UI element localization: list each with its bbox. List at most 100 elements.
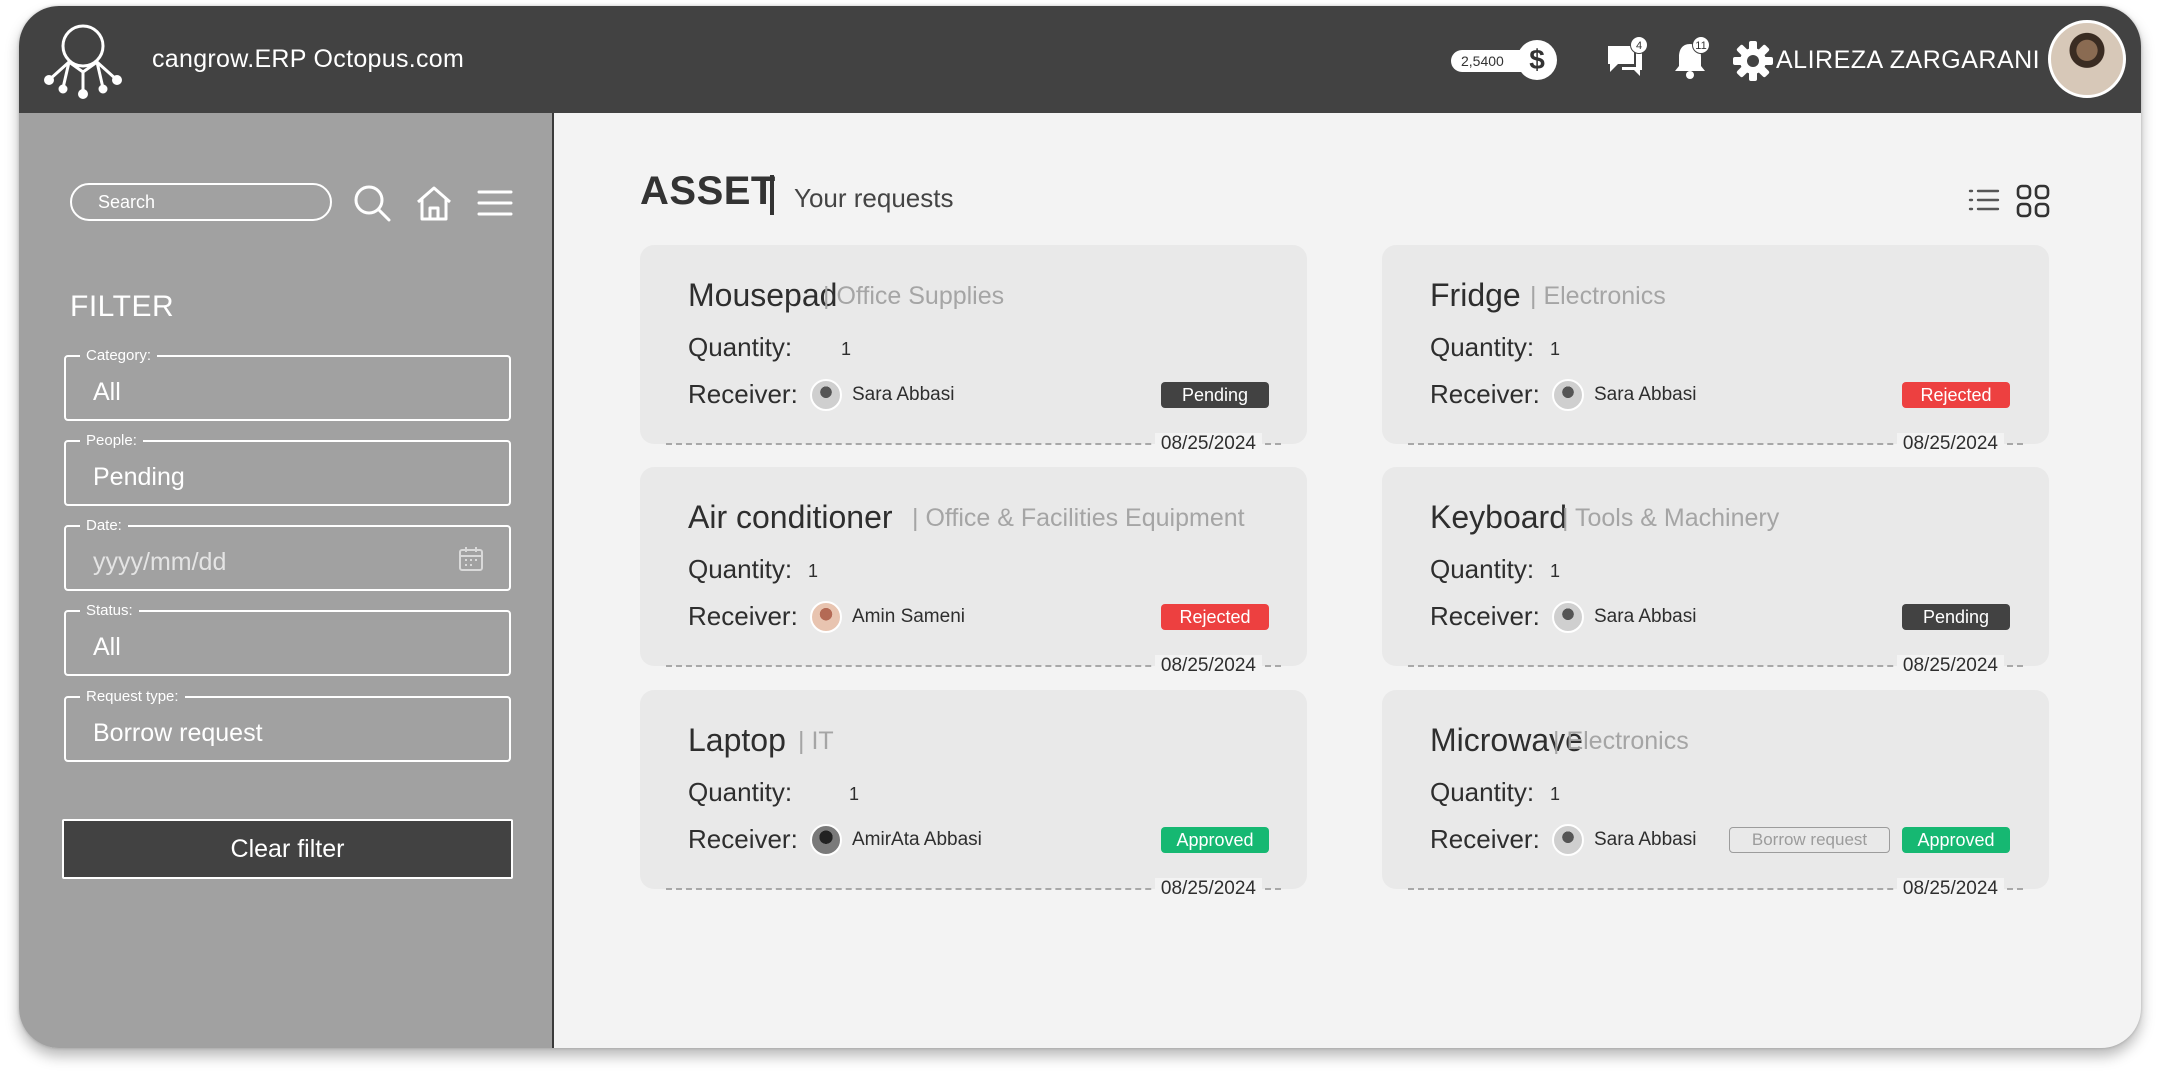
top-bar: cangrow.ERP Octopus.com 2,5400 $ 4 11 AL…: [19, 6, 2141, 113]
request-date: 08/25/2024: [1896, 655, 2004, 677]
receiver-avatar: [1552, 824, 1584, 856]
receiver-label: Receiver:: [1430, 601, 1540, 631]
people-filter[interactable]: People: Pending: [64, 431, 511, 506]
status-badge: Pending: [1902, 604, 2010, 630]
quantity-label: Quantity:: [1430, 777, 1535, 807]
request-date: 08/25/2024: [1154, 433, 1262, 455]
request-date: 08/25/2024: [1896, 878, 2004, 900]
request-date: 08/25/2024: [1896, 433, 2004, 455]
asset-category: | Office Supplies: [823, 282, 1005, 310]
request-date: 08/25/2024: [1154, 655, 1262, 677]
home-icon[interactable]: [414, 183, 454, 223]
app-window: cangrow.ERP Octopus.com 2,5400 $ 4 11 AL…: [19, 6, 2141, 1048]
search-input[interactable]: [70, 183, 332, 221]
category-value: All: [93, 378, 121, 406]
user-name[interactable]: ALIREZA ZARGARANI: [1776, 46, 2040, 75]
request-date: 08/25/2024: [1154, 878, 1262, 900]
asset-name: Mousepad: [688, 277, 838, 313]
status-badge: Rejected: [1161, 604, 1269, 630]
request-card-laptop[interactable]: Laptop | IT Quantity: 1 Receiver: AmirAt…: [640, 690, 1307, 900]
asset-category-text: Tools & Machinery: [1575, 504, 1780, 532]
request-type-value: Borrow request: [93, 719, 263, 747]
octopus-logo-icon[interactable]: [41, 18, 125, 102]
notifications-button[interactable]: 11: [1670, 36, 1712, 80]
quantity-label: Quantity:: [688, 332, 793, 362]
request-card-microwave[interactable]: Microwave | Electronics Quantity: 1 Rece…: [1382, 690, 2049, 900]
request-type-filter[interactable]: Request type: Borrow request: [64, 687, 511, 762]
date-filter[interactable]: Date: yyyy/mm/dd: [64, 516, 511, 591]
asset-name: Fridge: [1430, 277, 1521, 313]
category-filter[interactable]: Category: All: [64, 346, 511, 421]
receiver-avatar: [810, 601, 842, 633]
status-badge: Approved: [1161, 827, 1269, 853]
calendar-icon[interactable]: [457, 545, 485, 573]
asset-category: | Tools & Machinery: [1562, 504, 1780, 532]
status-label: Status:: [80, 601, 139, 621]
asset-category: | IT: [798, 727, 834, 755]
receiver-name: Amin Sameni: [852, 606, 965, 627]
asset-category-text: Office Supplies: [836, 282, 1005, 310]
asset-category: | Office & Facilities Equipment: [912, 504, 1245, 532]
asset-category-text: IT: [811, 727, 834, 755]
page-subtitle: Your requests: [794, 183, 954, 213]
date-value: yyyy/mm/dd: [93, 548, 227, 576]
status-filter[interactable]: Status: All: [64, 601, 511, 676]
quantity-label: Quantity:: [688, 777, 793, 807]
user-avatar[interactable]: [2048, 20, 2126, 98]
filter-sidebar: FILTER Category: All People: Pending Dat…: [19, 113, 554, 1048]
notifications-count-badge: 11: [1692, 36, 1710, 54]
request-card-mousepad[interactable]: Mousepad | Office Supplies Quantity: 1 R…: [640, 245, 1307, 455]
asset-name: Air conditioner: [688, 499, 893, 535]
receiver-label: Receiver:: [1430, 824, 1540, 854]
people-label: People:: [80, 431, 143, 451]
asset-name: Keyboard: [1430, 499, 1567, 535]
messages-count-badge: 4: [1630, 36, 1648, 54]
grid-view-icon[interactable]: [2016, 184, 2050, 218]
category-label: Category:: [80, 346, 158, 366]
page-title: ASSET: [640, 169, 776, 213]
request-card-air-conditioner[interactable]: Air conditioner | Office & Facilities Eq…: [640, 467, 1307, 677]
receiver-name: AmirAta Abbasi: [852, 829, 982, 850]
people-value: Pending: [93, 463, 185, 491]
quantity-value: 1: [1550, 784, 1561, 804]
quantity-value: 1: [1550, 561, 1561, 581]
clear-filter-button[interactable]: Clear filter: [62, 819, 513, 879]
status-badge: Pending: [1161, 382, 1269, 408]
asset-category-text: Electronics: [1543, 282, 1666, 310]
receiver-label: Receiver:: [1430, 379, 1540, 409]
quantity-value: 1: [808, 561, 819, 581]
asset-category: | Electronics: [1553, 727, 1689, 755]
asset-category: | Electronics: [1530, 282, 1666, 310]
menu-icon[interactable]: [475, 183, 515, 223]
quantity-value: 1: [841, 339, 852, 359]
request-type-label: Request type:: [80, 687, 185, 707]
quantity-label: Quantity:: [1430, 554, 1535, 584]
quantity-label: Quantity:: [688, 554, 793, 584]
receiver-name: Sara Abbasi: [852, 384, 955, 405]
quantity-label: Quantity:: [1430, 332, 1535, 362]
messages-button[interactable]: 4: [1604, 36, 1648, 80]
search-icon[interactable]: [352, 183, 392, 223]
asset-category-text: Electronics: [1566, 727, 1689, 755]
receiver-label: Receiver:: [688, 379, 798, 409]
request-type-tag: Borrow request: [1729, 827, 1890, 853]
receiver-name: Sara Abbasi: [1594, 606, 1697, 627]
receiver-avatar: [810, 824, 842, 856]
request-card-keyboard[interactable]: Keyboard | Tools & Machinery Quantity: 1…: [1382, 467, 2049, 677]
status-value: All: [93, 633, 121, 661]
receiver-avatar: [1552, 379, 1584, 411]
dollar-icon: $: [1517, 40, 1557, 80]
filter-title: FILTER: [70, 290, 175, 323]
app-title: cangrow.ERP Octopus.com: [152, 45, 465, 73]
gear-icon: [1733, 41, 1773, 81]
receiver-label: Receiver:: [688, 824, 798, 854]
date-label: Date:: [80, 516, 128, 536]
receiver-avatar: [810, 379, 842, 411]
receiver-avatar: [1552, 601, 1584, 633]
settings-button[interactable]: [1732, 40, 1774, 81]
request-card-fridge[interactable]: Fridge | Electronics Quantity: 1 Receive…: [1382, 245, 2049, 455]
quantity-value: 1: [849, 784, 860, 804]
list-view-icon[interactable]: [1967, 186, 2001, 214]
receiver-name: Sara Abbasi: [1594, 829, 1697, 850]
receiver-label: Receiver:: [688, 601, 798, 631]
